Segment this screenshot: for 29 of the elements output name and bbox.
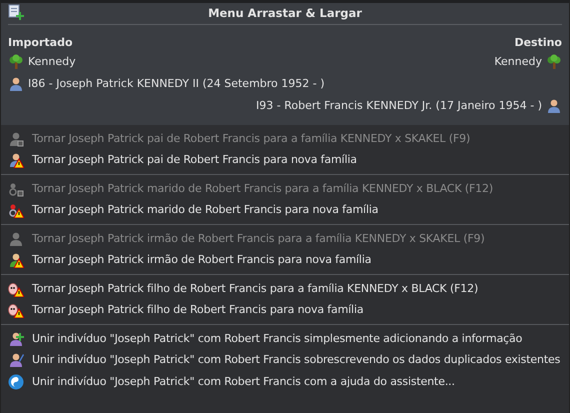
menu-item[interactable]: Tornar Joseph Patrick irmão de Robert Francis para nova família — [1, 250, 569, 271]
person-icon — [8, 130, 24, 147]
tree-name: Kennedy — [28, 54, 76, 70]
menu-item[interactable]: Unir indivíduo "Joseph Patrick" com Robert Francis simplesmente adicionando a informação — [1, 328, 569, 350]
yin-yang-icon — [8, 374, 24, 390]
person-add-icon — [8, 330, 24, 347]
baby-warning-icon — [8, 302, 24, 318]
column-heading: Importado — [8, 34, 73, 50]
rings-warning-icon — [8, 202, 24, 218]
person-record: I93 - Robert Francis KENNEDY Jr. (17 Janeiro 1954 - ) — [256, 98, 542, 114]
person-icon — [546, 98, 562, 114]
menu-item[interactable]: Tornar Joseph Patrick pai de Robert Francis para nova família — [1, 150, 569, 171]
tree-name: Kennedy — [494, 54, 542, 70]
menu-item[interactable]: Unir indivíduo "Joseph Patrick" com Robert Francis com a ajuda do assistente... — [1, 371, 569, 392]
menu-item[interactable]: Unir indivíduo "Joseph Patrick" com Robert Francis sobrescrevendo os dados duplicados existentes — [1, 350, 569, 371]
list-add-icon — [8, 4, 24, 20]
person-edit-icon — [8, 352, 24, 368]
person-record: I86 - Joseph Patrick KENNEDY II (24 Setembro 1952 - ) — [28, 76, 325, 92]
column-heading: Destino — [514, 34, 562, 50]
person-warning-icon — [8, 152, 24, 168]
tree-icon — [8, 54, 24, 70]
rings-icon — [8, 180, 24, 197]
person-icon — [8, 76, 24, 92]
baby-warning-icon — [8, 280, 24, 297]
tree-icon — [546, 54, 562, 70]
menu-item[interactable]: Tornar Joseph Patrick filho de Robert Francis para nova família — [1, 300, 569, 321]
menu-item[interactable]: Tornar Joseph Patrick filho de Robert Francis para a família KENNEDY x BLACK (F12) — [1, 278, 569, 300]
menu-item[interactable]: Tornar Joseph Patrick marido de Robert Francis para nova família — [1, 200, 569, 221]
window-title: Menu Arrastar & Largar — [208, 4, 362, 22]
